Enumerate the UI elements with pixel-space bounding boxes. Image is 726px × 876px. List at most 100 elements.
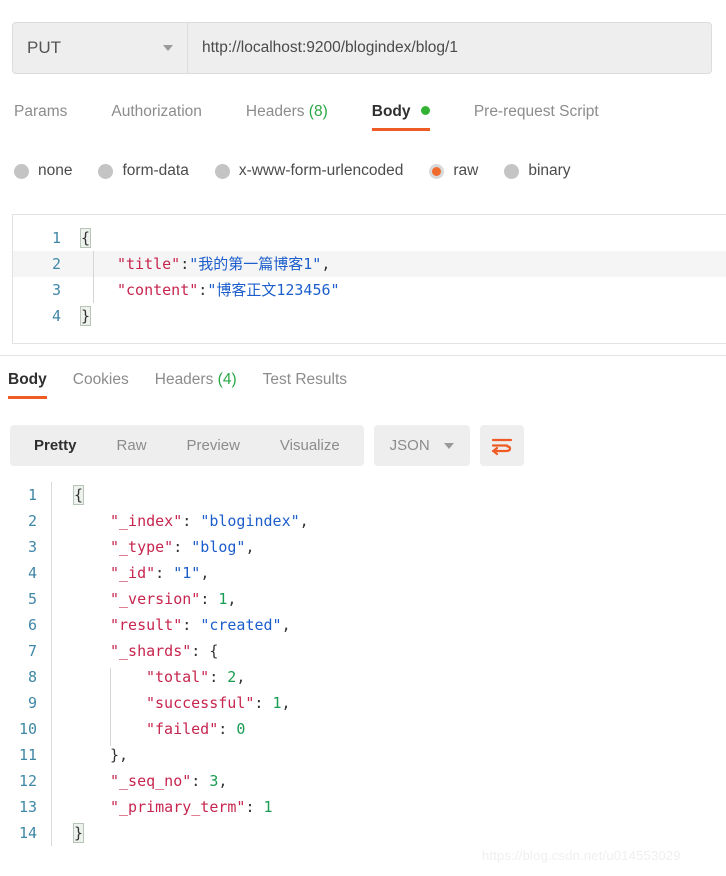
code-line: 1{ (13, 225, 726, 251)
code-token: { (79, 228, 92, 248)
tab-params-label: Params (14, 103, 68, 120)
body-type-raw-label: raw (453, 162, 479, 179)
response-tab-cookies-label: Cookies (72, 371, 129, 388)
code-token: "content" (117, 281, 199, 299)
indent-guide (110, 668, 111, 746)
line-number: 8 (0, 664, 52, 690)
code-token: "_id" (110, 564, 156, 582)
request-body-editor[interactable]: 1{ 2 "title":"我的第一篇博客1", 3 "content":"博客正文12… (12, 214, 726, 344)
code-text: "failed": 0 (52, 716, 245, 742)
response-tab-headers-label: Headers (154, 371, 214, 388)
view-mode-raw[interactable]: Raw (97, 425, 167, 466)
radio-icon (14, 163, 29, 179)
code-token: : (180, 255, 190, 273)
code-text: "successful": 1, (52, 690, 291, 716)
response-tab-body-label: Body (8, 371, 47, 388)
wrap-lines-icon (491, 438, 512, 455)
code-line: 4} (13, 303, 726, 329)
request-url-bar: PUT http://localhost:9200/blogindex/blog… (12, 22, 712, 74)
code-token: , (119, 746, 129, 764)
code-text: { (52, 482, 85, 508)
line-number: 12 (0, 768, 52, 794)
tab-headers[interactable]: Headers (8) (246, 103, 328, 133)
tab-body[interactable]: Body (371, 103, 430, 133)
code-token: } (79, 306, 92, 326)
code-token: "successful" (146, 694, 255, 712)
line-number: 4 (51, 307, 61, 325)
tab-pre-request-script-label: Pre-request Script (473, 103, 599, 120)
code-line: 11}, (0, 742, 726, 768)
body-type-none[interactable]: none (14, 162, 72, 180)
code-line: 6 "result": "created", (0, 612, 726, 638)
response-body-code[interactable]: 1{2 "_index": "blogindex", 3 "_type": "blog… (0, 482, 726, 846)
code-text: } (73, 303, 92, 329)
line-number: 4 (0, 560, 52, 586)
body-type-raw[interactable]: raw (429, 162, 478, 180)
code-text: }, (52, 742, 128, 768)
chevron-down-icon (443, 442, 454, 449)
code-text: "_id": "1", (52, 560, 209, 586)
code-token: "result" (110, 616, 183, 634)
code-text: "result": "created", (52, 612, 291, 638)
body-type-form-data[interactable]: form-data (98, 162, 189, 180)
line-number: 3 (51, 281, 61, 299)
response-tab-test-results[interactable]: Test Results (263, 371, 347, 400)
request-url-input[interactable]: http://localhost:9200/blogindex/blog/1 (188, 23, 711, 73)
code-token: "created" (200, 616, 282, 634)
code-token: : (218, 720, 237, 738)
code-text: "total": 2, (52, 664, 245, 690)
code-token: "_seq_no" (110, 772, 192, 790)
view-mode-pretty[interactable]: Pretty (14, 425, 97, 466)
body-type-x-www-form-urlencoded[interactable]: x-www-form-urlencoded (214, 162, 403, 180)
line-number: 1 (0, 482, 52, 508)
code-token: 1 (263, 798, 273, 816)
line-number: 7 (0, 638, 52, 664)
code-token: , (299, 512, 309, 530)
code-text: "_type": "blog", (52, 534, 255, 560)
code-line: 5 "_version": 1, (0, 586, 726, 612)
code-text: "_seq_no": 3, (52, 768, 227, 794)
code-token: "total" (146, 668, 210, 686)
wrap-lines-button[interactable] (479, 425, 524, 466)
response-tab-headers[interactable]: Headers (4) (155, 371, 237, 400)
panel-divider (0, 355, 726, 356)
code-token: } (110, 746, 120, 764)
chevron-down-icon (163, 45, 173, 51)
code-token: : (254, 694, 273, 712)
request-url-value: http://localhost:9200/blogindex/blog/1 (202, 39, 458, 56)
code-token: } (72, 823, 85, 843)
response-tab-cookies[interactable]: Cookies (73, 371, 129, 400)
response-tab-body[interactable]: Body (8, 371, 47, 400)
code-line: 9 "successful": 1, (0, 690, 726, 716)
response-format-select[interactable]: JSON (373, 425, 470, 466)
view-mode-preview[interactable]: Preview (167, 425, 260, 466)
request-body-code[interactable]: 1{ 2 "title":"我的第一篇博客1", 3 "content":"博客正文12… (13, 215, 726, 329)
body-type-radio-group: none form-data x-www-form-urlencoded raw… (14, 162, 597, 180)
code-line: 10 "failed": 0 (0, 716, 726, 742)
body-type-binary[interactable]: binary (504, 162, 571, 180)
radio-icon (504, 163, 520, 179)
code-token: : (209, 668, 228, 686)
code-text: "title":"我的第一篇博客1", (73, 251, 330, 277)
tab-pre-request-script[interactable]: Pre-request Script (474, 103, 599, 133)
response-view-mode-group: Pretty Raw Preview Visualize (10, 425, 364, 466)
code-line: 2 "_index": "blogindex", (0, 508, 726, 534)
code-token: 0 (236, 720, 246, 738)
code-text: "content":"博客正文123456" (73, 277, 340, 303)
view-mode-visualize[interactable]: Visualize (260, 425, 360, 466)
code-token: : (198, 281, 208, 299)
http-method-select[interactable]: PUT (13, 23, 188, 73)
body-type-none-label: none (38, 162, 73, 179)
indent-guide (93, 251, 94, 303)
response-view-toolbar: Pretty Raw Preview Visualize JSON (10, 425, 524, 466)
line-number: 14 (0, 820, 52, 846)
code-token: , (281, 694, 291, 712)
tab-params[interactable]: Params (14, 103, 67, 133)
request-tab-bar: Params Authorization Headers (8) Body Pr… (14, 103, 599, 133)
line-number: 2 (51, 255, 61, 273)
code-token: , (200, 564, 210, 582)
code-token: : (155, 564, 174, 582)
code-token: "blog" (191, 538, 246, 556)
tab-authorization[interactable]: Authorization (111, 103, 201, 133)
code-text: { (73, 225, 92, 251)
